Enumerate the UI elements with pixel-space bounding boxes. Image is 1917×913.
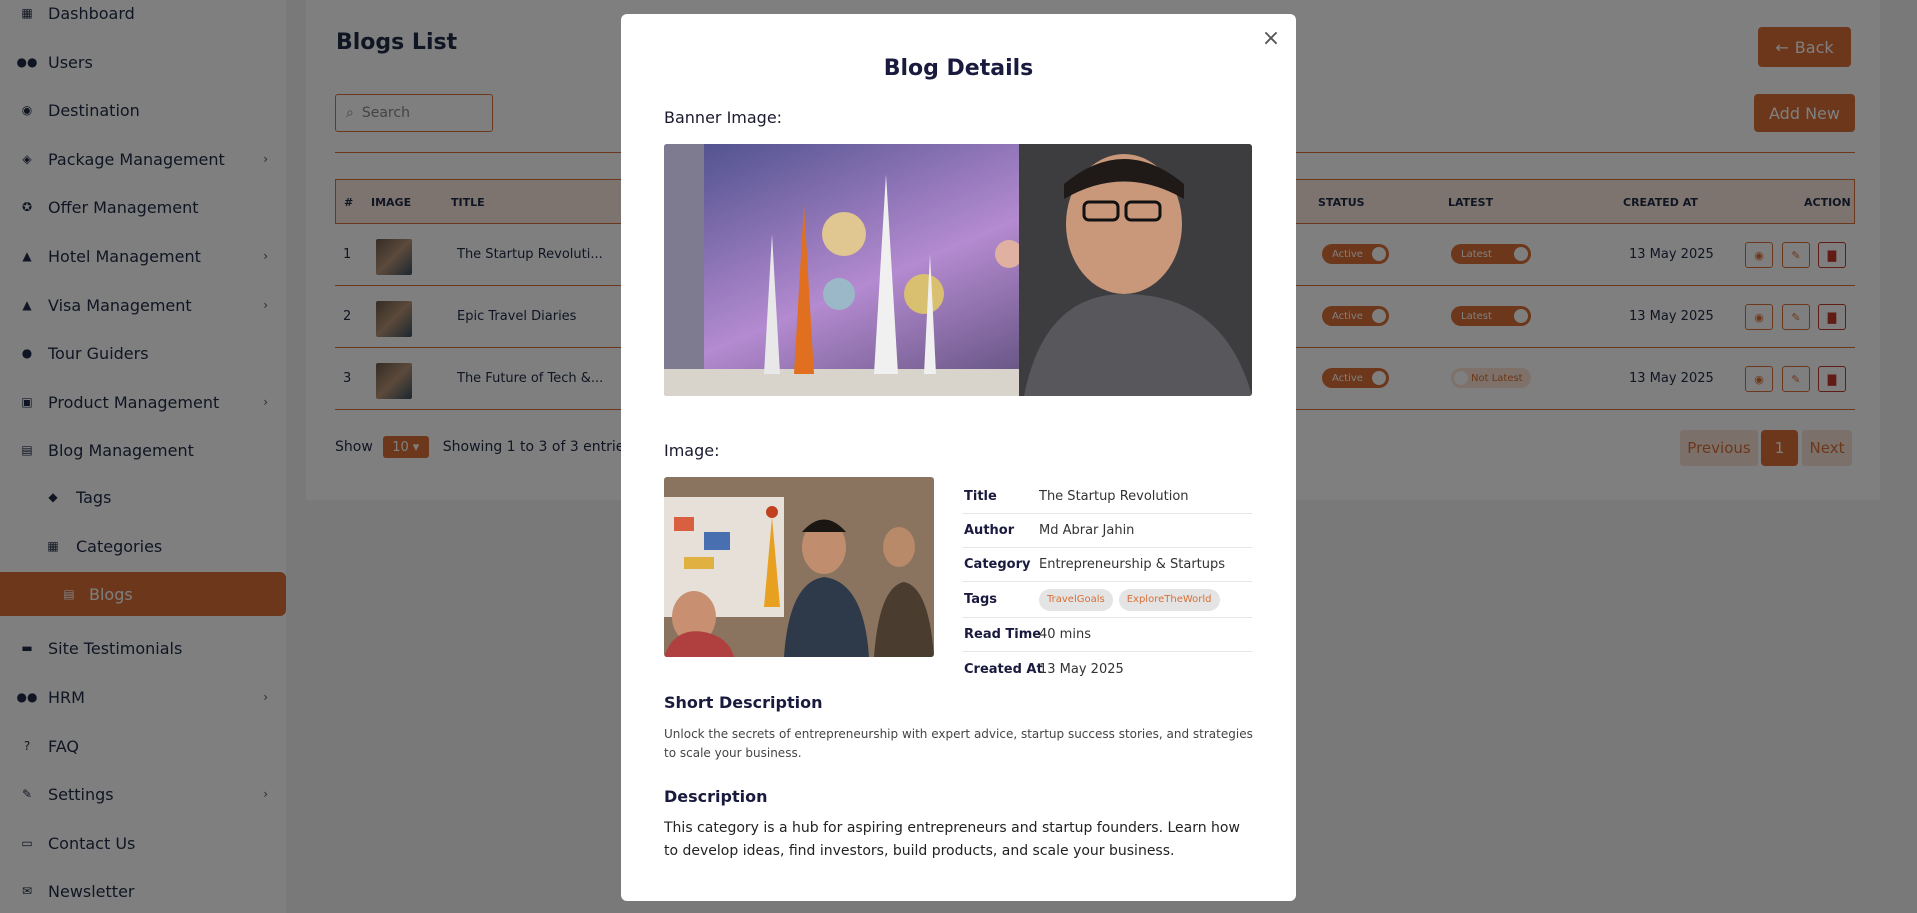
close-icon[interactable]: × xyxy=(1261,26,1281,51)
short-description-heading: Short Description xyxy=(664,693,823,712)
blog-details-modal: × Blog Details Banner Image: Image: Titl… xyxy=(621,14,1296,901)
description-heading: Description xyxy=(664,787,768,806)
detail-row-author: Author Md Abrar Jahin xyxy=(962,514,1252,548)
tag-badge: TravelGoals xyxy=(1039,588,1113,611)
detail-row-title: Title The Startup Revolution xyxy=(962,480,1252,514)
image-label: Image: xyxy=(664,441,720,460)
blog-details-table: Title The Startup Revolution Author Md A… xyxy=(962,480,1252,686)
blog-image xyxy=(664,477,934,657)
banner-label: Banner Image: xyxy=(664,108,783,127)
detail-row-created-at: Created At 13 May 2025 xyxy=(964,661,1124,677)
banner-image xyxy=(664,144,1252,396)
modal-title: Blog Details xyxy=(883,56,1034,81)
detail-row-tags: Tags TravelGoals ExploreTheWorld xyxy=(962,582,1252,618)
detail-row-read-time: Read Time 40 mins xyxy=(962,618,1252,652)
tag-badge: ExploreTheWorld xyxy=(1118,588,1220,611)
short-description-text: Unlock the secrets of entrepreneurship w… xyxy=(664,727,1253,760)
description-text: This category is a hub for aspiring entr… xyxy=(664,820,1240,859)
detail-row-category: Category Entrepreneurship & Startups xyxy=(962,548,1252,582)
